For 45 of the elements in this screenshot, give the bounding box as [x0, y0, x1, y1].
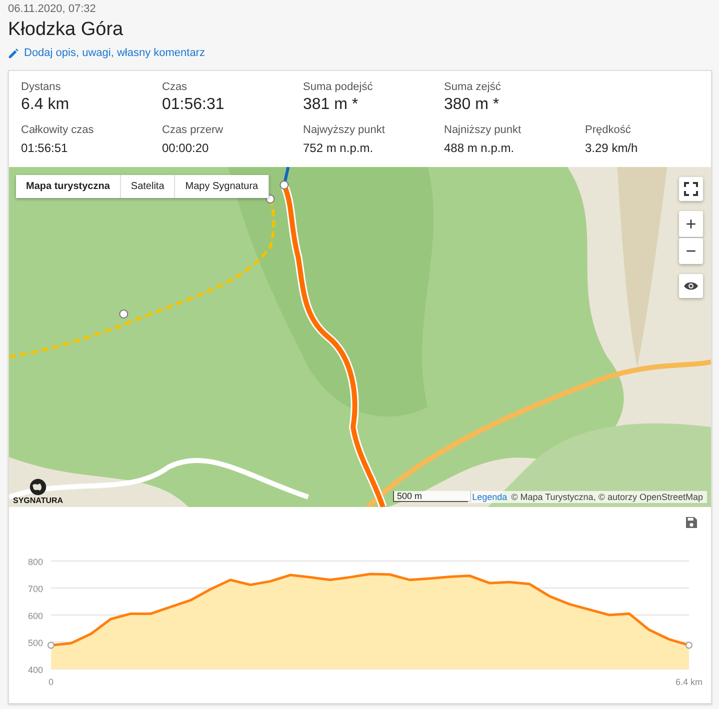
endpoint-marker — [686, 642, 692, 649]
map-layer-tab[interactable]: Mapy Sygnatura — [175, 175, 270, 198]
stat-label: Suma podejść — [303, 81, 374, 93]
date-text: 06.11.2020, 07:32 — [8, 3, 97, 15]
axis-label: 800 — [28, 557, 43, 567]
stat-value: 752 m n.p.m. — [303, 141, 374, 155]
attribution-text: © Mapa Turystyczna, © autorzy OpenStreetMap — [511, 492, 703, 502]
stat-label: Czas — [162, 81, 188, 93]
stat-value: 381 m * — [303, 96, 360, 114]
pencil-icon[interactable] — [8, 48, 19, 58]
stat-value: 3.29 km/h — [585, 141, 639, 155]
legend-link[interactable]: Legenda — [472, 492, 508, 502]
axis-label: 400 — [28, 665, 43, 675]
visibility-button[interactable] — [679, 274, 703, 298]
stat-value: 01:56:31 — [162, 96, 226, 114]
logo-text: SYGNATURA — [13, 496, 64, 505]
axis-label: 0 — [48, 677, 54, 687]
stat-label: Prędkość — [585, 124, 632, 136]
map-layer-tab[interactable]: Satelita — [120, 175, 176, 198]
edit-description-link[interactable]: Dodaj opis, uwagi, własny komentarz — [24, 47, 205, 59]
stat-label: Suma zejść — [444, 81, 502, 93]
axis-label: 700 — [28, 584, 43, 594]
stat-label: Dystans — [21, 81, 62, 93]
stat-value: 01:56:51 — [21, 141, 69, 155]
scale-bar: 500 m — [393, 491, 471, 502]
axis-label: 6.4 km — [676, 677, 702, 687]
globe-icon — [29, 478, 48, 496]
endpoint-marker — [48, 642, 54, 649]
stat-value: 00:00:20 — [162, 141, 210, 155]
map-layer-tab[interactable]: Mapa turystyczna — [16, 175, 121, 198]
stat-label: Całkowity czas — [21, 124, 95, 136]
page-title: Kłodzka Góra — [8, 19, 124, 41]
stat-value: 6.4 km — [21, 96, 70, 114]
zoom-out-button[interactable]: − — [679, 238, 703, 264]
stat-value: 488 m n.p.m. — [444, 141, 516, 155]
stat-label: Najwyższy punkt — [303, 124, 386, 136]
stat-label: Najniższy punkt — [444, 124, 522, 136]
axis-label: 600 — [28, 611, 43, 621]
axis-label: 500 — [28, 638, 43, 648]
stat-label: Czas przerw — [162, 124, 224, 136]
save-icon[interactable] — [686, 517, 697, 528]
fullscreen-button[interactable] — [679, 177, 703, 201]
fullscreen-icon — [684, 182, 698, 196]
stat-value: 380 m * — [444, 96, 500, 114]
zoom-in-button[interactable]: + — [679, 211, 703, 237]
